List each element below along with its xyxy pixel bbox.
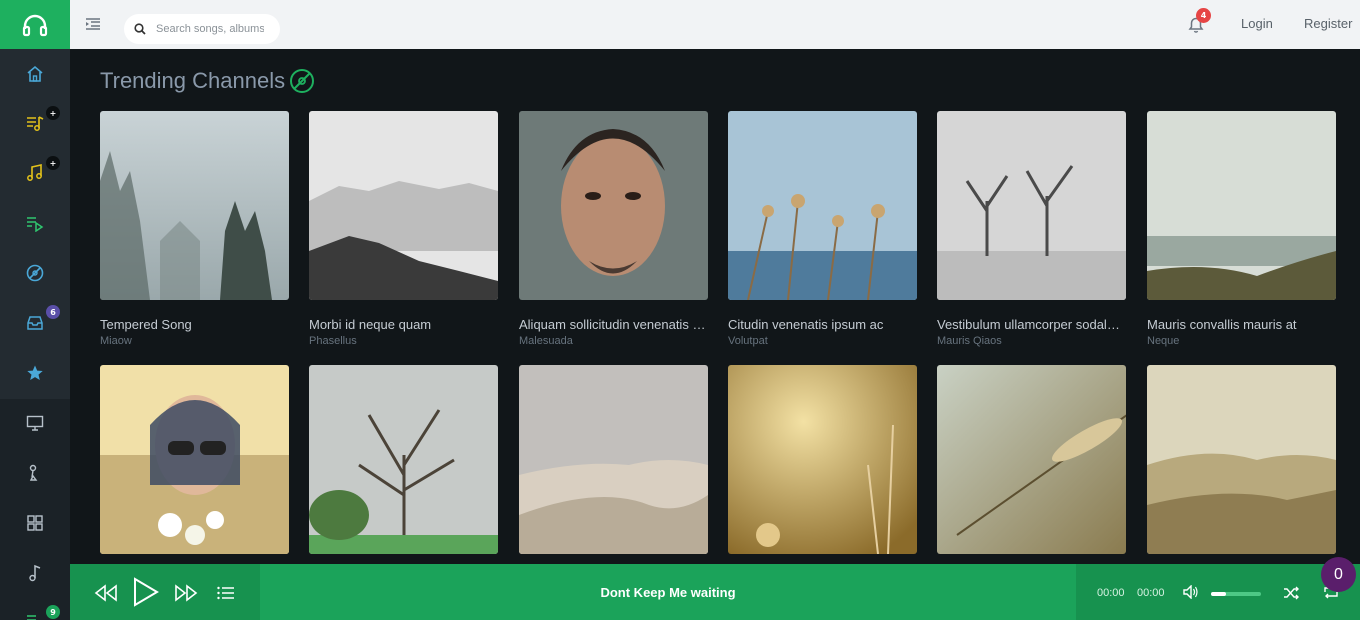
card-subtitle: Miaow	[100, 335, 132, 347]
channel-card[interactable]	[937, 365, 1126, 574]
channel-card[interactable]	[309, 365, 498, 574]
sidebar-badge-add-song: +	[46, 156, 60, 170]
channel-thumbnail	[728, 365, 917, 554]
sidebar-item-home[interactable]	[0, 49, 70, 99]
sidebar-item-add-playlist[interactable]	[0, 98, 70, 148]
player-bar: Dont Keep Me waiting 00:00 00:00	[70, 564, 1360, 620]
card-subtitle: Phasellus	[309, 335, 357, 347]
shuffle-icon[interactable]	[1283, 586, 1299, 600]
volume-icon[interactable]	[1183, 585, 1199, 599]
search-box	[124, 14, 280, 44]
grid-icon	[27, 515, 43, 531]
channel-card[interactable]: Mauris convallis mauris at Neque	[1147, 111, 1336, 347]
sidebar-item-playlist[interactable]	[0, 594, 70, 620]
card-title: Mauris convallis mauris at	[1147, 317, 1297, 332]
card-subtitle: Malesuada	[519, 335, 573, 347]
sidebar-badge-inbox: 6	[46, 305, 60, 319]
playlist-icon	[27, 615, 36, 620]
channel-thumbnail	[309, 365, 498, 554]
channel-thumbnail	[728, 111, 917, 300]
sidebar-item-add-song[interactable]	[0, 148, 70, 198]
channel-thumbnail	[937, 111, 1126, 300]
sidebar-badge-add-playlist: +	[46, 106, 60, 120]
sidebar-item-inbox[interactable]	[0, 298, 70, 348]
channel-card[interactable]: Citudin venenatis ipsum ac Volutpat	[728, 111, 917, 347]
playlist-play-icon	[27, 217, 44, 232]
sidebar-item-grid[interactable]	[0, 498, 70, 548]
disc-icon	[26, 264, 44, 282]
current-time: 00:00	[1097, 587, 1125, 599]
sidebar-badge-playlist: 9	[46, 605, 60, 619]
channel-thumbnail	[1147, 111, 1336, 300]
volume-level	[1211, 592, 1226, 596]
logo-headphones[interactable]	[0, 0, 70, 49]
channel-thumbnail	[100, 365, 289, 554]
channel-card[interactable]: Morbi id neque quam Phasellus	[309, 111, 498, 347]
queue-count-badge[interactable]: 0	[1321, 557, 1356, 592]
now-playing-title: Dont Keep Me waiting	[600, 584, 736, 600]
channel-card[interactable]	[1147, 365, 1336, 574]
card-title: Morbi id neque quam	[309, 317, 432, 332]
total-time: 00:00	[1137, 587, 1165, 599]
menu-toggle-icon[interactable]	[84, 15, 102, 33]
sidebar: + + 6 9	[0, 49, 70, 620]
disc-icon	[290, 69, 315, 93]
register-link[interactable]: Register	[1304, 16, 1352, 31]
microphone-icon	[29, 464, 38, 481]
channel-card[interactable]	[728, 365, 917, 574]
player-controls	[70, 564, 260, 620]
search-input[interactable]	[156, 23, 264, 35]
sidebar-item-microphone[interactable]	[0, 448, 70, 498]
card-subtitle: Neque	[1147, 335, 1180, 347]
inbox-icon	[27, 316, 43, 330]
sidebar-item-favorites[interactable]	[0, 348, 70, 398]
login-link[interactable]: Login	[1241, 16, 1273, 31]
channel-card[interactable]: Vestibulum ullamcorper sodales nisi Maur…	[937, 111, 1126, 347]
card-title: Aliquam sollicitudin venenatis ipsum	[519, 317, 708, 332]
card-title: Citudin venenatis ipsum ac	[728, 317, 884, 332]
channel-thumbnail	[937, 365, 1126, 554]
home-icon	[27, 65, 43, 82]
fast-forward-icon[interactable]	[174, 584, 198, 602]
playlist-add-icon	[27, 116, 44, 131]
headphones-icon	[22, 14, 48, 36]
channel-card[interactable]	[100, 365, 289, 574]
card-subtitle: Volutpat	[728, 335, 768, 347]
music-note-add-icon	[27, 164, 42, 181]
channel-card[interactable]: Aliquam sollicitudin venenatis ipsum Mal…	[519, 111, 708, 347]
card-title: Tempered Song	[100, 317, 192, 332]
top-bar: 4 Login Register	[70, 0, 1360, 49]
queue-list-icon[interactable]	[217, 586, 235, 600]
monitor-icon	[26, 415, 44, 431]
card-subtitle: Mauris Qiaos	[937, 335, 1002, 347]
channel-card[interactable]	[519, 365, 708, 574]
notification-badge: 4	[1196, 8, 1211, 23]
search-icon	[134, 23, 146, 35]
page-title: Trending Channels	[100, 68, 286, 93]
music-note-icon	[29, 564, 41, 582]
channel-thumbnail	[519, 365, 708, 554]
channel-thumbnail	[309, 111, 498, 300]
channel-thumbnail	[100, 111, 289, 300]
channel-card[interactable]: Tempered Song Miaow	[100, 111, 289, 347]
star-icon	[27, 365, 43, 380]
sidebar-item-monitor[interactable]	[0, 398, 70, 448]
section-heading: Trending Channels	[100, 68, 315, 94]
sidebar-item-music[interactable]	[0, 548, 70, 598]
volume-slider[interactable]	[1211, 592, 1261, 596]
play-icon[interactable]	[132, 577, 160, 607]
sidebar-item-playlist-play[interactable]	[0, 198, 70, 248]
sidebar-item-channels[interactable]	[0, 248, 70, 298]
rewind-icon[interactable]	[94, 584, 118, 602]
channel-thumbnail	[519, 111, 708, 300]
channel-thumbnail	[1147, 365, 1336, 554]
card-title: Vestibulum ullamcorper sodales nisi	[937, 317, 1126, 332]
